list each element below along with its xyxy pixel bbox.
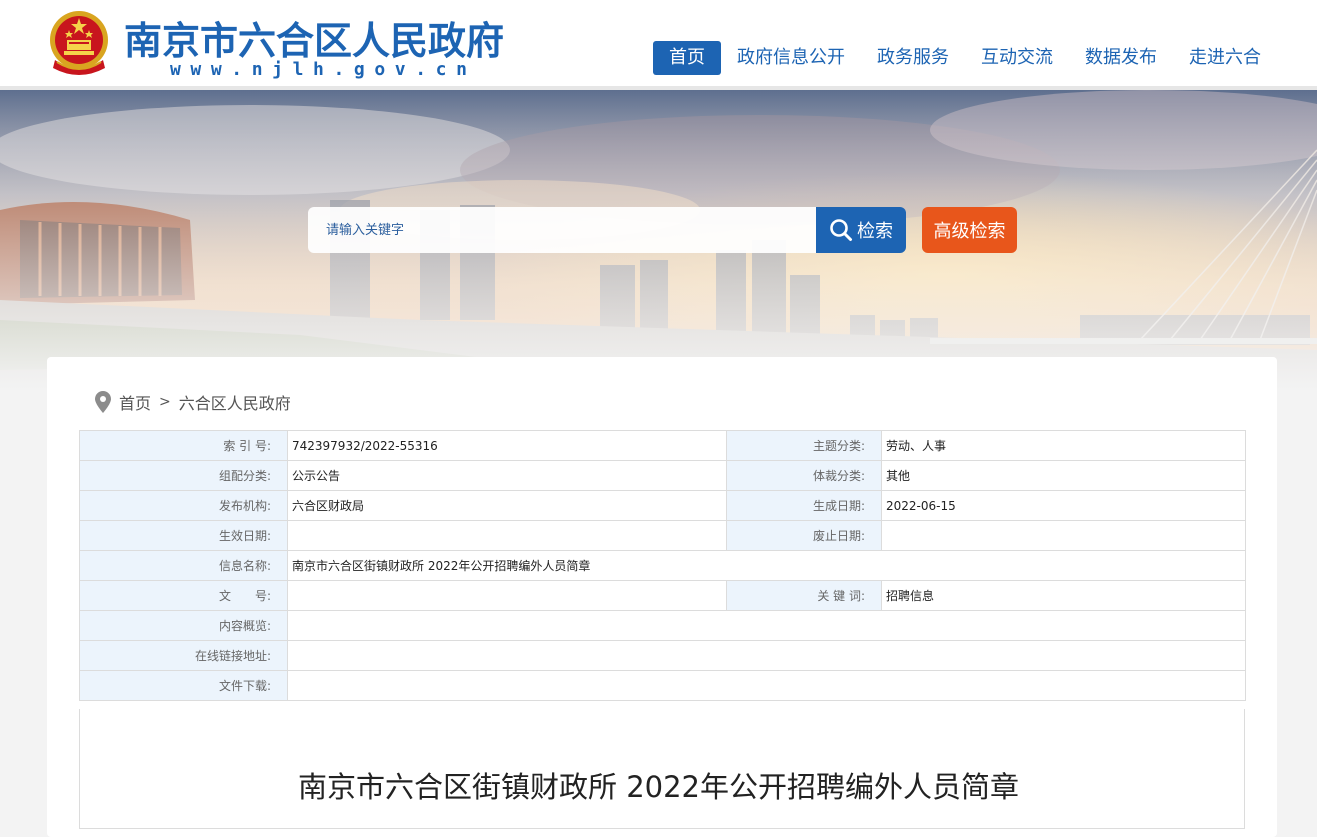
abolish-date-label: 废止日期: — [726, 520, 882, 551]
table-row: 发布机构: 六合区财政局 生成日期: 2022-06-15 — [79, 490, 1246, 521]
breadcrumb-current[interactable]: 六合区人民政府 — [179, 390, 291, 414]
abolish-date-value — [881, 520, 1246, 551]
publisher-label: 发布机构: — [79, 490, 288, 521]
info-table: 索 引 号: 742397932/2022-55316 主题分类: 劳动、人事 … — [79, 430, 1246, 701]
org-category-label: 组配分类: — [79, 460, 288, 491]
table-row: 索 引 号: 742397932/2022-55316 主题分类: 劳动、人事 — [79, 430, 1246, 461]
online-link-label: 在线链接地址: — [79, 640, 288, 671]
main-nav: 首页 政府信息公开 政务服务 互动交流 数据发布 走进六合 — [653, 41, 1277, 75]
site-url[interactable]: www.njlh.gov.cn — [170, 59, 477, 80]
nav-item-gov-services[interactable]: 政务服务 — [861, 41, 965, 75]
table-row: 生效日期: 废止日期: — [79, 520, 1246, 551]
table-row: 内容概览: — [79, 610, 1246, 641]
topic-value: 劳动、人事 — [881, 430, 1246, 461]
nav-item-about-luhe[interactable]: 走进六合 — [1173, 41, 1277, 75]
file-download-value[interactable] — [287, 670, 1246, 701]
doc-number-label: 文 号: — [79, 580, 288, 611]
info-name-label: 信息名称: — [79, 550, 288, 581]
effective-date-value — [287, 520, 727, 551]
summary-label: 内容概览: — [79, 610, 288, 641]
location-pin-icon — [95, 391, 111, 413]
table-row: 在线链接地址: — [79, 640, 1246, 671]
document-title: 南京市六合区街镇财政所 2022年公开招聘编外人员简章 — [297, 770, 1020, 804]
doc-number-value — [287, 580, 727, 611]
file-download-label: 文件下载: — [79, 670, 288, 701]
site-title[interactable]: 南京市六合区人民政府 — [124, 10, 504, 65]
genre-label: 体裁分类: — [726, 460, 882, 491]
table-row: 组配分类: 公示公告 体裁分类: 其他 — [79, 460, 1246, 491]
national-emblem-icon[interactable] — [47, 8, 111, 76]
keywords-label: 关 键 词: — [726, 580, 882, 611]
search-input[interactable] — [308, 207, 816, 253]
table-row: 信息名称: 南京市六合区街镇财政所 2022年公开招聘编外人员简章 — [79, 550, 1246, 581]
nav-item-home[interactable]: 首页 — [653, 41, 721, 75]
info-name-value: 南京市六合区街镇财政所 2022年公开招聘编外人员简章 — [287, 550, 1246, 581]
topic-label: 主题分类: — [726, 430, 882, 461]
online-link-value[interactable] — [287, 640, 1246, 671]
publisher-value: 六合区财政局 — [287, 490, 727, 521]
breadcrumb-separator: > — [159, 394, 171, 410]
search-button[interactable]: 检索 — [816, 207, 906, 253]
nav-item-info-disclosure[interactable]: 政府信息公开 — [721, 41, 861, 75]
org-category-value: 公示公告 — [287, 460, 727, 491]
keywords-value: 招聘信息 — [881, 580, 1246, 611]
index-value: 742397932/2022-55316 — [287, 430, 727, 461]
genre-value: 其他 — [881, 460, 1246, 491]
nav-item-interaction[interactable]: 互动交流 — [965, 41, 1069, 75]
effective-date-label: 生效日期: — [79, 520, 288, 551]
table-row: 文 号: 关 键 词: 招聘信息 — [79, 580, 1246, 611]
search-button-label: 检索 — [857, 221, 893, 242]
search-icon — [830, 219, 852, 241]
index-label: 索 引 号: — [79, 430, 288, 461]
breadcrumb-home[interactable]: 首页 — [119, 390, 151, 414]
created-date-label: 生成日期: — [726, 490, 882, 521]
site-header: 南京市六合区人民政府 www.njlh.gov.cn 首页 政府信息公开 政务服… — [0, 0, 1317, 88]
summary-value — [287, 610, 1246, 641]
advanced-search-button[interactable]: 高级检索 — [922, 207, 1017, 253]
breadcrumb: 首页 > 六合区人民政府 — [95, 391, 291, 413]
table-row: 文件下载: — [79, 670, 1246, 701]
nav-item-data-release[interactable]: 数据发布 — [1069, 41, 1173, 75]
created-date-value: 2022-06-15 — [881, 490, 1246, 521]
